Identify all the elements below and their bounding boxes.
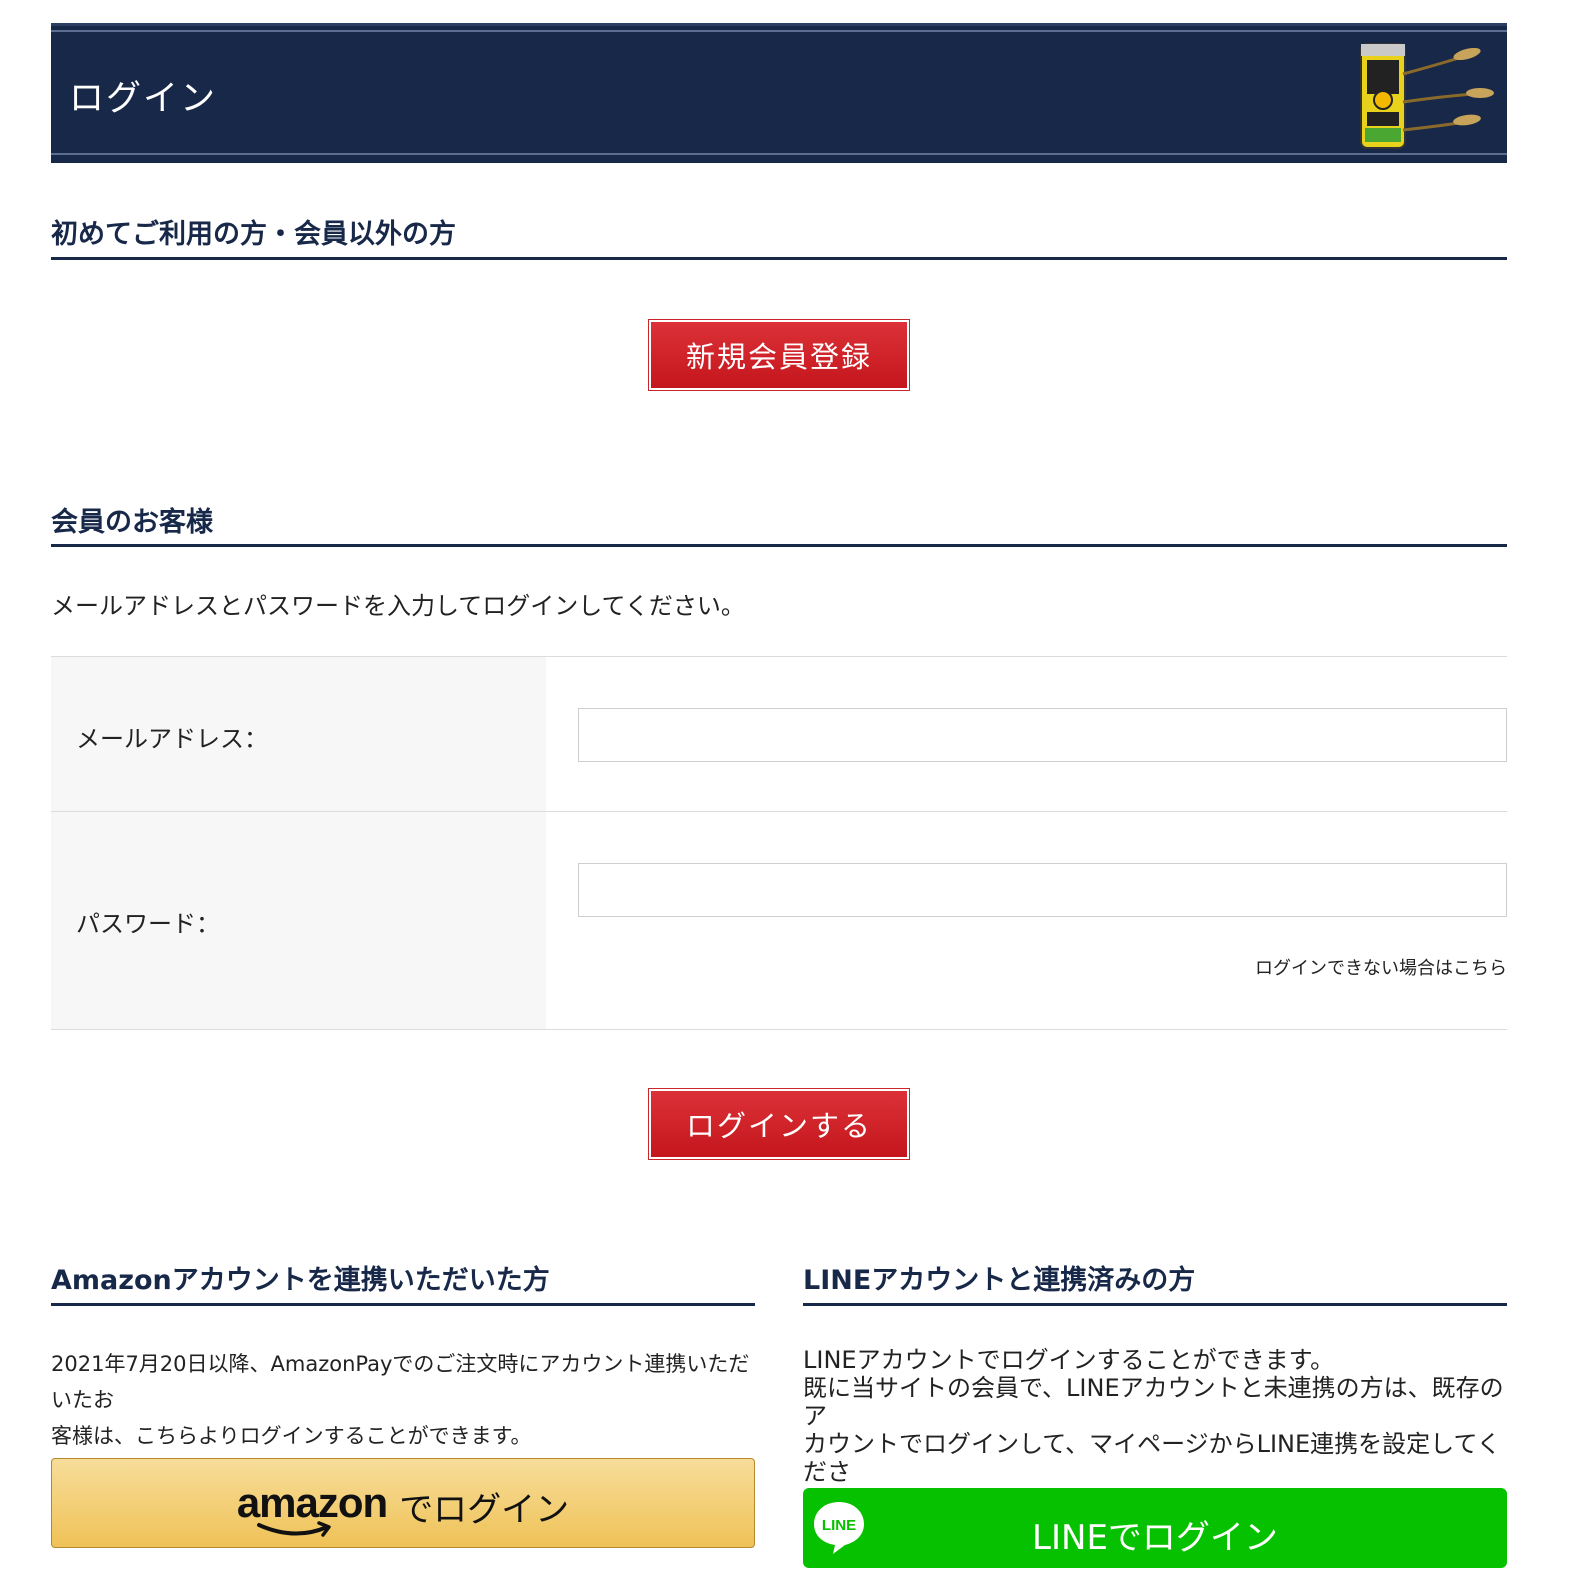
password-label-cell: パスワード： bbox=[51, 812, 546, 1029]
beer-can-wheat-logo-icon bbox=[1360, 43, 1494, 149]
login-button[interactable]: ログインする bbox=[648, 1088, 910, 1160]
email-label: メールアドレス： bbox=[76, 725, 268, 753]
guest-section-rule bbox=[51, 257, 1507, 260]
login-button-label: ログインする bbox=[651, 1091, 907, 1157]
register-button[interactable]: 新規会員登録 bbox=[648, 319, 910, 391]
line-description-line: カウントでログインして、マイページからLINE連携を設定してくださ bbox=[803, 1430, 1501, 1486]
page-header: ログイン bbox=[51, 23, 1507, 163]
password-field[interactable] bbox=[578, 863, 1507, 917]
line-login-button[interactable]: LINE LINEでログイン bbox=[803, 1488, 1507, 1568]
amazon-logo-text: amazon bbox=[236, 1479, 388, 1526]
amazon-logo-icon: amazon bbox=[236, 1479, 388, 1537]
amazon-smile-icon bbox=[256, 1521, 331, 1537]
page-title: ログイン bbox=[69, 79, 218, 119]
line-description-line: LINEアカウントでログインすることができます。 bbox=[803, 1346, 1335, 1374]
line-section-rule bbox=[803, 1303, 1507, 1306]
line-section-heading: LINEアカウントと連携済みの方 bbox=[803, 1265, 1196, 1296]
amazon-login-suffix: でログイン bbox=[399, 1489, 570, 1530]
amazon-description: 2021年7月20日以降、AmazonPayでのご注文時にアカウント連携いただい… bbox=[51, 1346, 755, 1454]
guest-section-heading: 初めてご利用の方・会員以外の方 bbox=[51, 219, 456, 250]
login-form: メールアドレス： パスワード： ログインできない場合はこちら bbox=[51, 656, 1507, 1030]
member-section-rule bbox=[51, 544, 1507, 547]
email-field[interactable] bbox=[578, 708, 1507, 762]
line-description-line: 既に当サイトの会員で、LINEアカウントと未連携の方は、既存のア bbox=[803, 1374, 1504, 1430]
member-section-heading: 会員のお客様 bbox=[51, 507, 213, 538]
member-lead-text: メールアドレスとパスワードを入力してログインしてください。 bbox=[51, 592, 745, 620]
email-row: メールアドレス： bbox=[51, 656, 1507, 812]
password-row: パスワード： ログインできない場合はこちら bbox=[51, 811, 1507, 1030]
amazon-section-heading: Amazonアカウントを連携いただいた方 bbox=[51, 1265, 550, 1296]
amazon-section-rule bbox=[51, 1303, 755, 1306]
amazon-login-button[interactable]: amazon でログイン bbox=[51, 1458, 755, 1548]
line-login-label: LINEでログイン bbox=[1032, 1518, 1278, 1558]
amazon-description-line: 2021年7月20日以降、AmazonPayでのご注文時にアカウント連携いただい… bbox=[51, 1352, 750, 1412]
forgot-login-link[interactable]: ログインできない場合はこちら bbox=[1255, 954, 1507, 980]
login-page: ログイン 初めてご利用の方・会員以外の方 新規会員登録 会員のお客様 メールアド… bbox=[0, 0, 1574, 1574]
password-label: パスワード： bbox=[76, 910, 220, 938]
amazon-description-line: 客様は、こちらよりログインすることができます。 bbox=[51, 1424, 532, 1448]
register-button-label: 新規会員登録 bbox=[651, 322, 907, 388]
email-label-cell: メールアドレス： bbox=[51, 657, 546, 812]
